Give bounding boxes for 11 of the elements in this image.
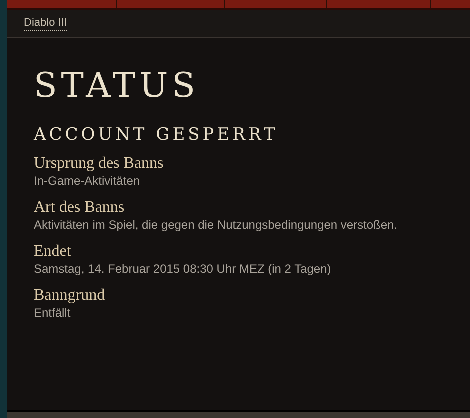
field-value: Entfällt [34, 306, 72, 321]
section-heading: ACCOUNT GESPERRT [34, 124, 280, 146]
breadcrumb-link[interactable]: Diablo III [24, 16, 68, 30]
page-title: STATUS [34, 65, 200, 108]
field-value: Samstag, 14. Februar 2015 08:30 Uhr MEZ (in 2 Tagen) [34, 262, 332, 277]
field-value: In-Game-Aktivitäten [34, 174, 142, 189]
field-label: Art des Banns [34, 198, 126, 218]
field-value: Aktivitäten im Spiel, die gegen die Nutzungsbedingungen verstoßen. [34, 218, 399, 233]
field-label: Ursprung des Banns [34, 154, 165, 174]
field-label: Banngrund [34, 286, 106, 306]
field-label: Endet [34, 242, 72, 262]
